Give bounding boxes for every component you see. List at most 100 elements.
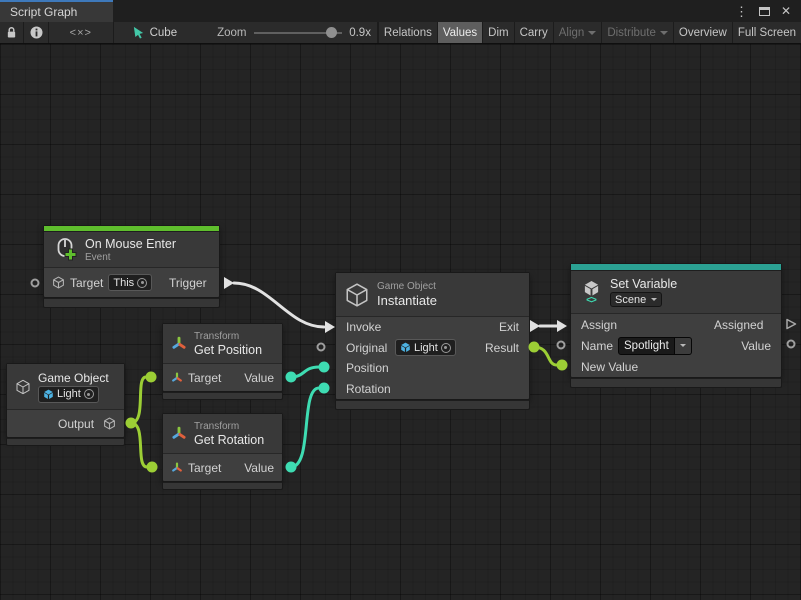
window-menu-icon[interactable]: ⋮ (735, 5, 748, 18)
wire-light-to-getrotation[interactable] (131, 423, 147, 467)
node-category: Transform (194, 331, 274, 342)
info-icon (30, 26, 43, 39)
overview-button[interactable]: Overview (673, 22, 732, 43)
maximize-icon[interactable] (759, 7, 770, 16)
port-getrotation-value-output[interactable] (286, 462, 297, 473)
dropdown-button[interactable] (675, 337, 692, 355)
tab-script-graph[interactable]: Script Graph (0, 0, 113, 22)
align-dropdown[interactable]: Align (553, 22, 602, 43)
node-game-object-light[interactable]: Game Object Light Output (6, 363, 125, 446)
values-button[interactable]: Values (437, 22, 482, 43)
port-setvariable-assign-input[interactable] (557, 320, 567, 332)
port-label-original: Original (346, 341, 390, 355)
port-label-output: Output (58, 417, 98, 431)
node-footer (162, 482, 283, 490)
object-picker-icon[interactable] (441, 343, 451, 353)
script-graph-window: Script Graph ⋮ ✕ <×> (0, 0, 801, 600)
node-footer (6, 438, 125, 446)
node-title: Get Position (194, 343, 274, 357)
graph-cursor-icon (132, 26, 145, 39)
object-picker-icon[interactable] (137, 278, 147, 288)
port-onmouseenter-trigger-output[interactable] (224, 277, 234, 289)
node-subtitle: Event (85, 252, 176, 263)
port-setvariable-value-output[interactable] (787, 340, 796, 349)
game-object-icon (52, 276, 65, 289)
port-setvariable-assigned-output[interactable] (785, 318, 797, 330)
variable-name-value[interactable]: Spotlight (618, 337, 675, 355)
wire-trigger-to-invoke[interactable] (234, 283, 324, 327)
zoom-slider-handle[interactable] (326, 27, 337, 38)
wire-rotation-value[interactable] (291, 388, 319, 467)
brackets-icon: <> (586, 297, 596, 304)
port-label-target: Target (70, 276, 103, 290)
port-label-assigned: Assigned (714, 318, 771, 332)
node-on-mouse-enter[interactable]: On Mouse Enter Event Target This Trigger (43, 225, 220, 308)
code-view-button[interactable]: <×> (49, 22, 113, 43)
lock-button[interactable] (0, 22, 23, 43)
zoom-label: Zoom (217, 27, 246, 39)
scope-value-text: Scene (615, 294, 646, 306)
node-title: Game Object (38, 371, 116, 385)
port-label-value: Value (244, 371, 274, 385)
port-setvariable-name-input[interactable] (557, 341, 566, 350)
port-getposition-value-output[interactable] (286, 372, 297, 383)
object-value-field[interactable]: Light (38, 386, 99, 403)
port-label-exit: Exit (499, 320, 519, 334)
node-set-variable[interactable]: <> Set Variable Scene Assign Assigned (570, 263, 782, 388)
port-getposition-target-input[interactable] (146, 372, 157, 383)
node-category: Game Object (377, 281, 439, 292)
title-bar: Script Graph ⋮ ✕ (0, 0, 801, 22)
lock-icon (6, 26, 17, 39)
node-instantiate[interactable]: Game Object Instantiate Invoke Exit Orig… (335, 272, 530, 410)
transform-icon (171, 424, 187, 444)
graph-canvas[interactable]: On Mouse Enter Event Target This Trigger (0, 44, 801, 600)
port-label-name: Name (581, 339, 613, 353)
port-instantiate-exit-output[interactable] (530, 320, 540, 332)
node-category: Transform (194, 421, 274, 432)
node-footer (43, 298, 220, 308)
variable-name-dropdown[interactable]: Spotlight (618, 337, 692, 355)
port-label-trigger: Trigger (169, 276, 211, 290)
object-picker-icon[interactable] (84, 389, 94, 399)
port-instantiate-original-input[interactable] (317, 343, 326, 352)
original-value-text: Light (414, 342, 438, 354)
port-label-invoke: Invoke (346, 320, 392, 334)
close-icon[interactable]: ✕ (781, 5, 791, 17)
port-label-result: Result (485, 341, 519, 355)
code-icon: <×> (70, 27, 92, 39)
node-footer (335, 400, 530, 410)
port-instantiate-result-output[interactable] (529, 342, 540, 353)
port-getrotation-target-input[interactable] (147, 462, 158, 473)
tab-label: Script Graph (10, 5, 77, 19)
port-label-value: Value (741, 339, 771, 353)
chevron-down-icon (588, 31, 596, 35)
port-instantiate-invoke-input[interactable] (325, 321, 335, 333)
distribute-dropdown[interactable]: Distribute (601, 22, 673, 43)
dim-button[interactable]: Dim (482, 22, 513, 43)
node-title: Get Rotation (194, 433, 274, 447)
port-label-assign: Assign (581, 318, 625, 332)
port-instantiate-position-input[interactable] (319, 362, 330, 373)
chevron-down-icon (651, 298, 657, 301)
zoom-slider[interactable] (254, 27, 343, 39)
graph-reference-button[interactable]: Cube (132, 26, 178, 39)
object-value-text: Light (57, 388, 81, 400)
graph-toolbar: <×> Cube Zoom 0.9x Relations Values Dim … (0, 22, 801, 44)
port-instantiate-rotation-input[interactable] (319, 383, 330, 394)
variable-scope-dropdown[interactable]: Scene (610, 292, 662, 307)
node-get-rotation[interactable]: Transform Get Rotation Target Value (162, 413, 283, 490)
target-value-field[interactable]: This (108, 274, 152, 291)
relations-button[interactable]: Relations (378, 22, 437, 43)
full-screen-button[interactable]: Full Screen (732, 22, 801, 43)
port-gameobject-output[interactable] (126, 418, 137, 429)
node-title: On Mouse Enter (85, 237, 176, 251)
wire-light-to-getposition[interactable] (131, 377, 146, 423)
node-get-position[interactable]: Transform Get Position Target Value (162, 323, 283, 400)
info-button[interactable] (24, 22, 48, 43)
port-label-position: Position (346, 361, 396, 375)
port-setvariable-newvalue-input[interactable] (557, 360, 568, 371)
unity-object-icon (43, 389, 54, 400)
carry-button[interactable]: Carry (514, 22, 553, 43)
port-onmouseenter-target-input[interactable] (31, 279, 40, 288)
original-value-field[interactable]: Light (395, 339, 456, 356)
